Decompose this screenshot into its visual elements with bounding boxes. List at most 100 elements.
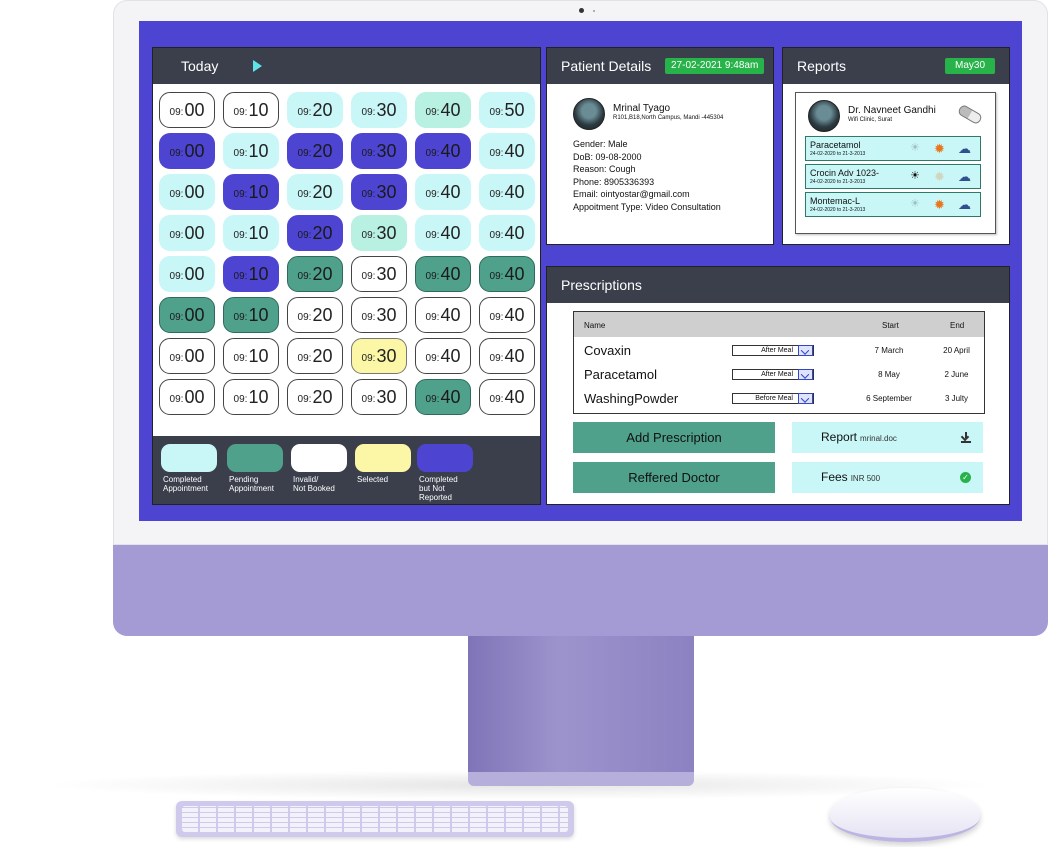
time-slot[interactable]: 09: 30 <box>351 174 407 210</box>
time-slot[interactable]: 09: 20 <box>287 297 343 333</box>
time-slot-hour: 09: <box>489 394 504 405</box>
time-slot-hour: 09: <box>489 189 504 200</box>
time-slot[interactable]: 09: 40 <box>415 297 471 333</box>
time-slot[interactable]: 09: 10 <box>223 379 279 415</box>
time-slot[interactable]: 09: 40 <box>415 338 471 374</box>
time-slot[interactable]: 09: 20 <box>287 379 343 415</box>
time-slot[interactable]: 09: 00 <box>159 92 215 128</box>
time-slot-hour: 09: <box>169 353 184 364</box>
report-label: Report <box>821 430 858 444</box>
time-slot[interactable]: 09: 10 <box>223 92 279 128</box>
add-prescription-button[interactable]: Add Prescription <box>573 422 775 453</box>
schedule-panel: Today 09: 00 09: 10 09: 20 09: 30 09: 40 09: 50 09: 0… <box>152 47 541 505</box>
time-slot[interactable]: 09: 40 <box>415 133 471 169</box>
chevron-down-icon[interactable] <box>798 345 813 356</box>
time-slot[interactable]: 09: 40 <box>479 174 535 210</box>
time-slot[interactable]: 09: 30 <box>351 215 407 251</box>
time-slot-hour: 09: <box>361 312 376 323</box>
time-slot[interactable]: 09: 00 <box>159 133 215 169</box>
report-card[interactable]: Dr. Navneet Gandhi Wifi Clinic, Surat Pa… <box>795 92 996 234</box>
time-slot[interactable]: 09: 30 <box>351 133 407 169</box>
time-slot[interactable]: 09: 10 <box>223 256 279 292</box>
time-slot-minute: 40 <box>440 304 461 325</box>
noon-sun-icon: ✹ <box>934 197 945 212</box>
time-slot[interactable]: 09: 20 <box>287 174 343 210</box>
time-slot[interactable]: 09: 20 <box>287 133 343 169</box>
time-slot[interactable]: 09: 40 <box>415 256 471 292</box>
time-slot-minute: 40 <box>504 140 525 161</box>
chevron-down-icon[interactable] <box>798 369 813 380</box>
time-slot-hour: 09: <box>361 353 376 364</box>
slot-grid: 09: 00 09: 10 09: 20 09: 30 09: 40 09: 50 09: 00 09: 10… <box>159 92 535 415</box>
legend-label: Completed but Not Reported <box>417 475 473 502</box>
time-slot[interactable]: 09: 30 <box>351 256 407 292</box>
time-slot[interactable]: 09: 00 <box>159 174 215 210</box>
legend-item: Pending Appointment <box>227 444 283 493</box>
doctor-clinic: Wifi Clinic, Surat <box>848 117 893 123</box>
meal-timing-select[interactable]: After Meal <box>732 345 814 356</box>
time-slot[interactable]: 09: 00 <box>159 215 215 251</box>
time-slot-minute: 20 <box>312 222 333 243</box>
chevron-down-icon[interactable] <box>798 393 813 404</box>
legend: Completed Appointment Pending Appointment In… <box>153 436 540 504</box>
time-slot-minute: 40 <box>440 99 461 120</box>
time-slot-minute: 10 <box>248 263 269 284</box>
time-slot[interactable]: 09: 40 <box>479 297 535 333</box>
time-slot[interactable]: 09: 10 <box>223 174 279 210</box>
legend-label: Selected <box>355 475 411 484</box>
medicine-row[interactable]: Crocin Adv 1023- 24-02-2020 to 21-3-2013 ☀… <box>805 164 981 189</box>
morning-sun-icon: ☀ <box>910 142 920 154</box>
time-slot-minute: 20 <box>312 181 333 202</box>
time-slot[interactable]: 09: 20 <box>287 256 343 292</box>
time-slot-hour: 09: <box>297 148 312 159</box>
report-box[interactable]: Report mrinal.doc <box>792 422 983 453</box>
time-slot[interactable]: 09: 40 <box>479 215 535 251</box>
medicine-row[interactable]: Paracetamol 24-02-2020 to 21-3-2013 ☀ ✹ ☁ <box>805 136 981 161</box>
time-slot-minute: 40 <box>504 222 525 243</box>
time-slot[interactable]: 09: 00 <box>159 379 215 415</box>
time-slot[interactable]: 09: 40 <box>415 379 471 415</box>
time-slot[interactable]: 09: 10 <box>223 297 279 333</box>
medicine-row[interactable]: Montemac-L 24-02-2020 to 21-3-2013 ☀ ✹ ☁ <box>805 192 981 217</box>
time-slot[interactable]: 09: 00 <box>159 338 215 374</box>
time-slot[interactable]: 09: 00 <box>159 297 215 333</box>
time-slot[interactable]: 09: 40 <box>479 133 535 169</box>
meal-timing-select[interactable]: After Meal <box>732 369 814 380</box>
time-slot-minute: 30 <box>376 99 397 120</box>
patient-gender: Gender: Male <box>573 139 628 149</box>
time-slot[interactable]: 09: 40 <box>479 338 535 374</box>
time-slot-minute: 40 <box>440 140 461 161</box>
download-icon[interactable] <box>961 432 971 443</box>
time-slot[interactable]: 09: 30 <box>351 338 407 374</box>
time-slot[interactable]: 09: 00 <box>159 256 215 292</box>
medicine-dates: 24-02-2020 to 21-3-2013 <box>810 179 866 185</box>
referred-doctor-button[interactable]: Reffered Doctor <box>573 462 775 493</box>
time-slot[interactable]: 09: 40 <box>415 174 471 210</box>
time-slot-hour: 09: <box>233 312 248 323</box>
time-slot[interactable]: 09: 40 <box>479 379 535 415</box>
time-slot-hour: 09: <box>233 271 248 282</box>
time-slot[interactable]: 09: 30 <box>351 92 407 128</box>
time-slot-hour: 09: <box>361 107 376 118</box>
time-slot[interactable]: 09: 40 <box>415 215 471 251</box>
time-slot-minute: 00 <box>184 263 205 284</box>
time-slot[interactable]: 09: 20 <box>287 92 343 128</box>
time-slot[interactable]: 09: 40 <box>479 256 535 292</box>
patient-address: R101,B18,North Campus, Mandi -445304 <box>613 115 724 121</box>
morning-sun-icon: ☀ <box>910 170 920 182</box>
time-slot-hour: 09: <box>425 107 440 118</box>
meal-timing-select[interactable]: Before Meal <box>732 393 814 404</box>
play-icon[interactable] <box>253 60 262 72</box>
time-slot[interactable]: 09: 50 <box>479 92 535 128</box>
time-slot[interactable]: 09: 20 <box>287 215 343 251</box>
legend-swatch <box>161 444 217 472</box>
time-slot[interactable]: 09: 30 <box>351 379 407 415</box>
time-slot[interactable]: 09: 20 <box>287 338 343 374</box>
time-slot-minute: 40 <box>504 386 525 407</box>
time-slot[interactable]: 09: 30 <box>351 297 407 333</box>
time-slot[interactable]: 09: 10 <box>223 133 279 169</box>
time-slot-hour: 09: <box>169 148 184 159</box>
time-slot[interactable]: 09: 10 <box>223 215 279 251</box>
time-slot[interactable]: 09: 40 <box>415 92 471 128</box>
time-slot[interactable]: 09: 10 <box>223 338 279 374</box>
